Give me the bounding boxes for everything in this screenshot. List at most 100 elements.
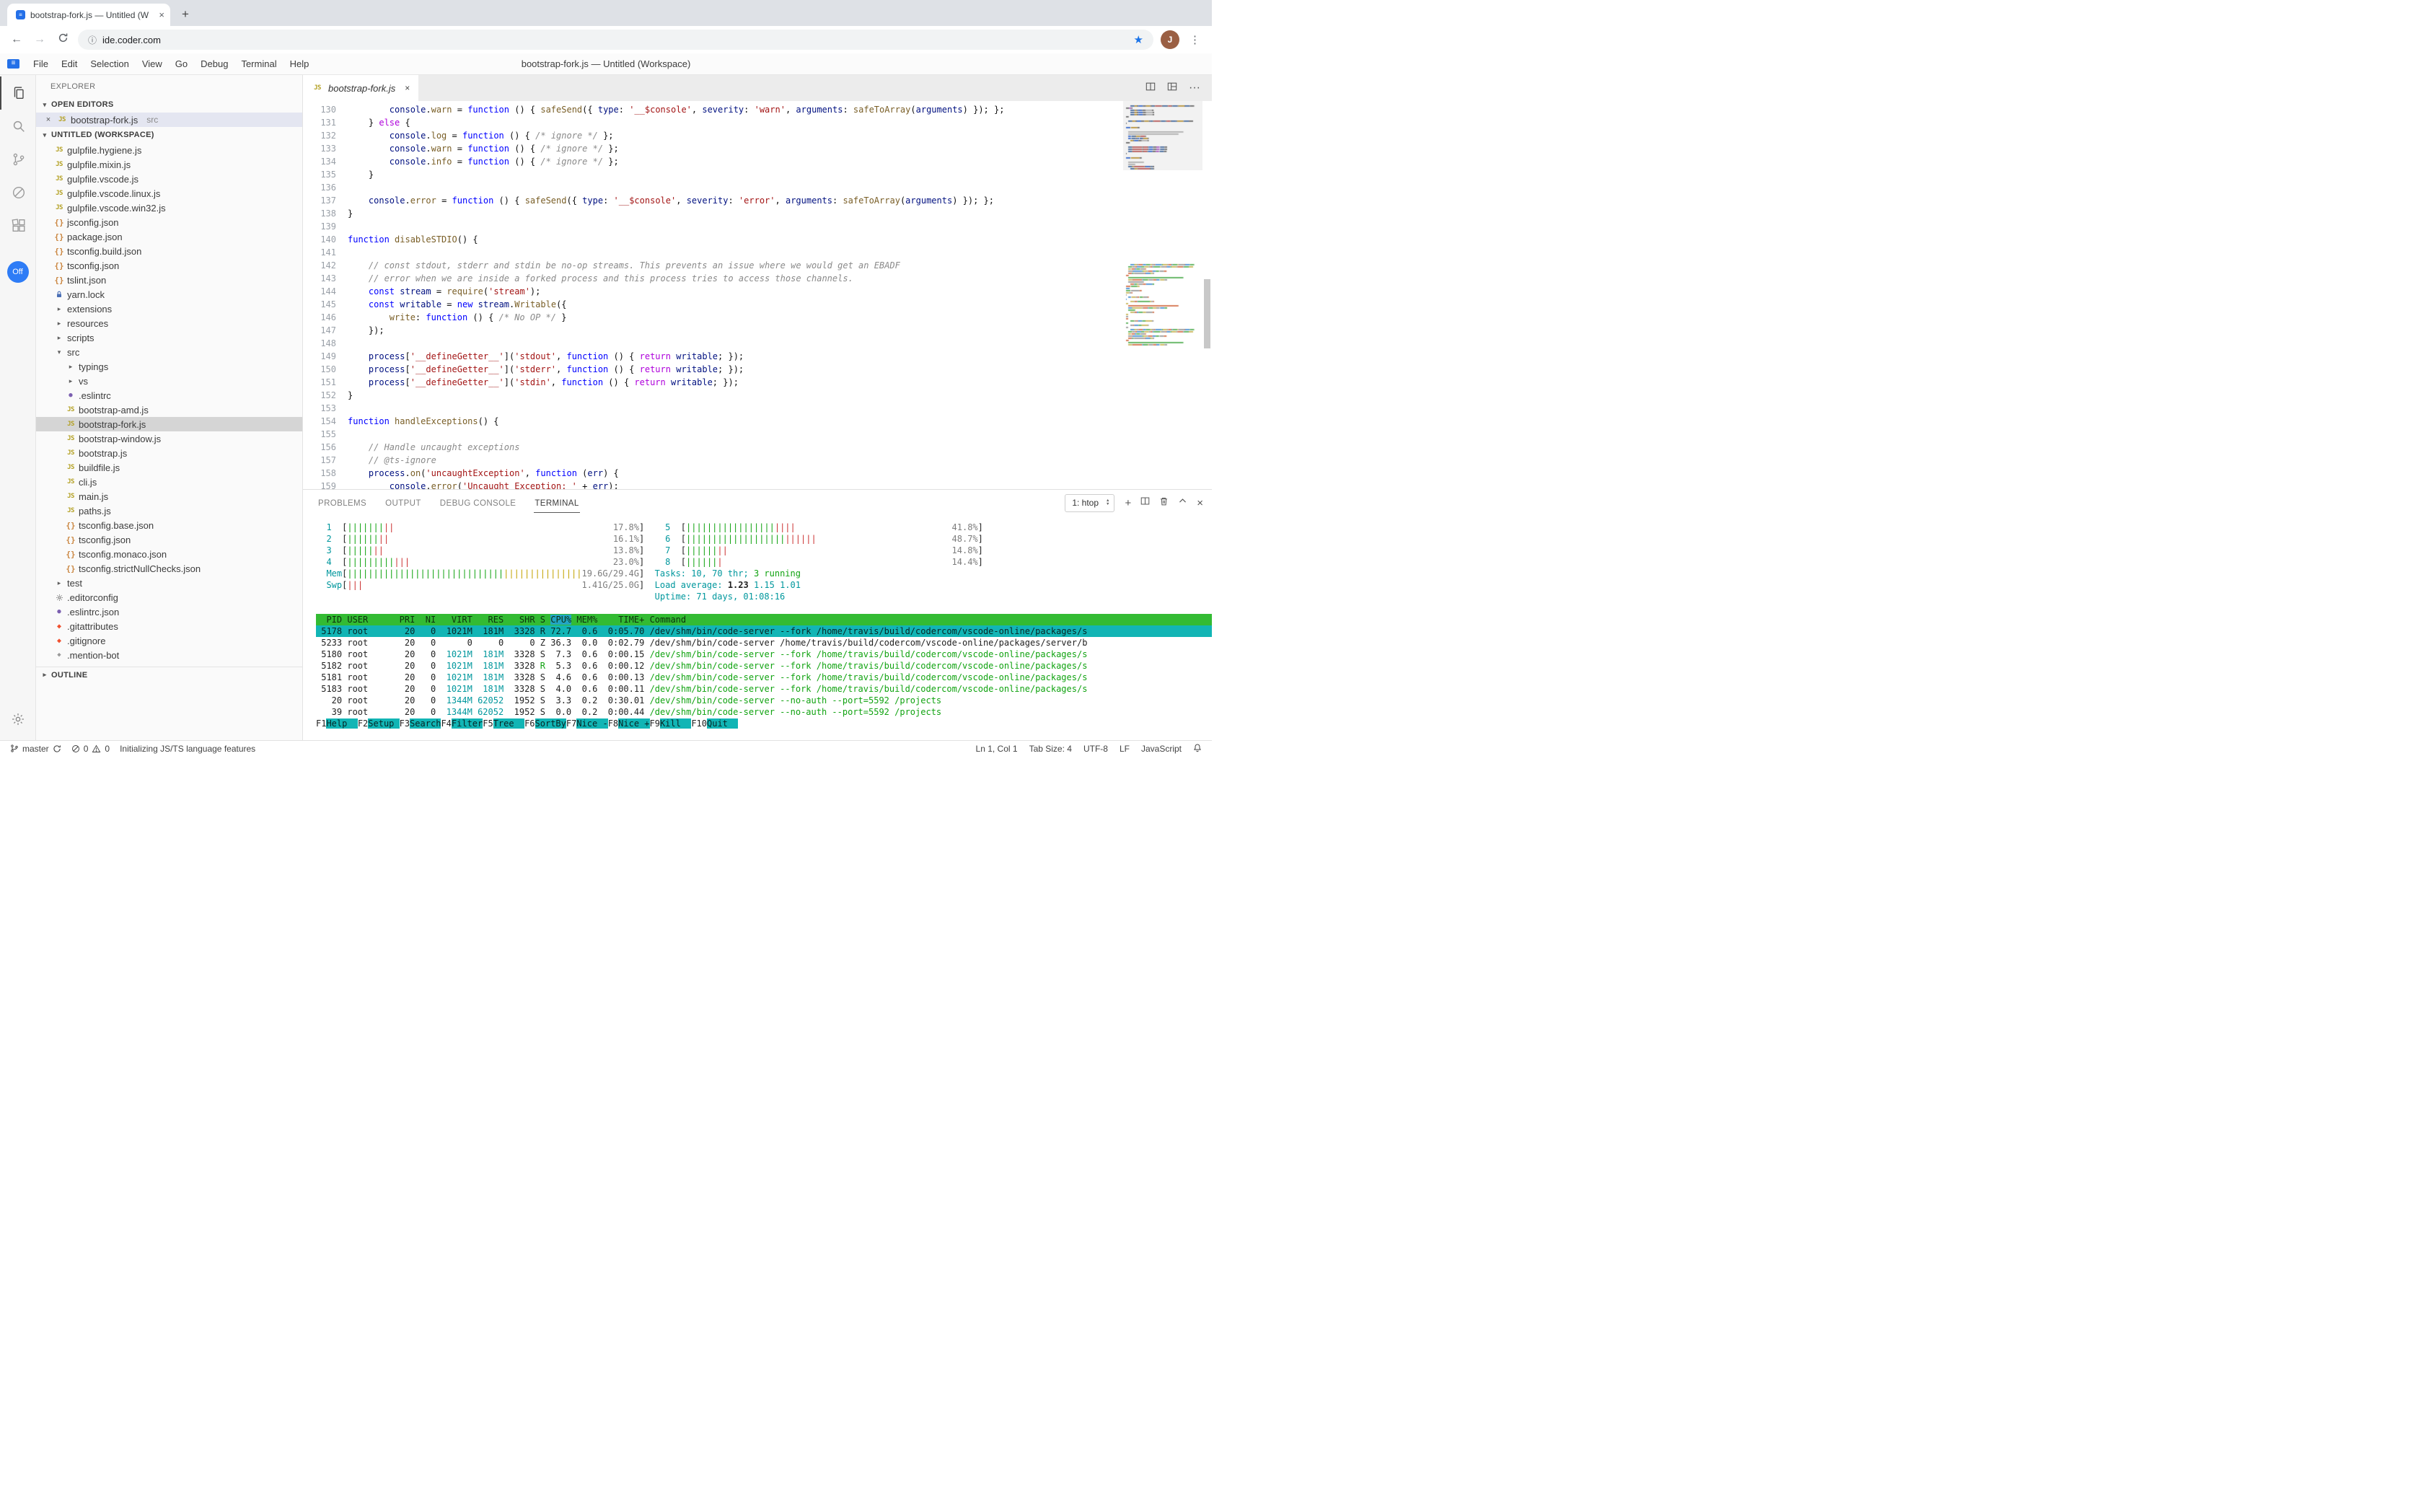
menu-go[interactable]: Go [169,56,194,71]
tree-item-tsconfig.json[interactable]: {}tsconfig.json [36,258,302,273]
tree-item-.eslintrc[interactable]: ●.eslintrc [36,388,302,403]
close-editor-icon[interactable]: × [43,115,53,124]
outline-header[interactable]: ▸ OUTLINE [36,667,302,682]
new-terminal-icon[interactable]: + [1125,497,1131,509]
fkey-F2[interactable]: F2Setup [358,718,400,729]
tree-item-.eslintrc.json[interactable]: ●.eslintrc.json [36,605,302,619]
menu-view[interactable]: View [136,56,169,71]
tree-item-.editorconfig[interactable]: .editorconfig [36,590,302,605]
tree-item-bootstrap-window.js[interactable]: JSbootstrap-window.js [36,431,302,446]
tree-item-tslint.json[interactable]: {}tslint.json [36,273,302,287]
tree-item-tsconfig.build.json[interactable]: {}tsconfig.build.json [36,244,302,258]
menu-file[interactable]: File [27,56,55,71]
settings-gear-icon[interactable] [11,712,25,730]
panel-tab-debug-console[interactable]: DEBUG CONSOLE [439,493,517,513]
tree-item-gulpfile.hygiene.js[interactable]: JSgulpfile.hygiene.js [36,143,302,157]
explorer-icon[interactable] [0,76,36,110]
tree-item-gulpfile.vscode.js[interactable]: JSgulpfile.vscode.js [36,172,302,186]
close-tab-icon[interactable]: × [405,83,410,93]
split-terminal-icon[interactable] [1140,496,1150,509]
coder-logo-icon[interactable]: ≡ [7,59,19,69]
editor-scrollbar[interactable] [1202,101,1212,489]
terminal-content[interactable]: 1 [||||||||| 17.8%] 5 [|||||||||||||||||… [303,516,1212,740]
tree-item-cli.js[interactable]: JScli.js [36,475,302,489]
tab-close-icon[interactable]: × [159,9,164,20]
more-actions-icon[interactable]: ··· [1189,82,1200,94]
tree-item-resources[interactable]: ▸resources [36,316,302,330]
fkey-F10[interactable]: F10Quit [691,718,738,729]
tree-item-.gitignore[interactable]: ◆.gitignore [36,633,302,648]
fkey-F9[interactable]: F9Kill [650,718,692,729]
panel-tab-problems[interactable]: PROBLEMS [317,493,367,513]
code-editor[interactable]: console.warn = function () { safeSend({ … [336,101,1123,489]
editor-tab[interactable]: JS bootstrap-fork.js × [303,75,418,101]
off-toggle[interactable]: Off [7,261,29,283]
tree-item-vs[interactable]: ▸vs [36,374,302,388]
tree-item-package.json[interactable]: {}package.json [36,229,302,244]
kill-terminal-icon[interactable] [1159,496,1169,510]
fkey-F4[interactable]: F4Filter [441,718,483,729]
tree-item-tsconfig.monaco.json[interactable]: {}tsconfig.monaco.json [36,547,302,561]
extensions-icon[interactable] [0,209,36,242]
tree-item-bootstrap-fork.js[interactable]: JSbootstrap-fork.js [36,417,302,431]
scrollbar-thumb[interactable] [1204,279,1210,348]
tree-item-test[interactable]: ▸test [36,576,302,590]
fkey-F3[interactable]: F3Search [400,718,441,729]
menu-help[interactable]: Help [283,56,316,71]
menu-selection[interactable]: Selection [84,56,135,71]
menu-edit[interactable]: Edit [55,56,84,71]
panel-tab-terminal[interactable]: TERMINAL [534,493,579,513]
tree-item-.mention-bot[interactable]: ◆.mention-bot [36,648,302,662]
tree-item-paths.js[interactable]: JSpaths.js [36,504,302,518]
encoding[interactable]: UTF-8 [1083,744,1108,754]
source-control-icon[interactable] [0,143,36,176]
fkey-F6[interactable]: F6SortBy [524,718,566,729]
tree-item-tsconfig.base.json[interactable]: {}tsconfig.base.json [36,518,302,532]
menu-terminal[interactable]: Terminal [234,56,283,71]
cursor-position[interactable]: Ln 1, Col 1 [976,744,1018,754]
tree-item-gulpfile.vscode.win32.js[interactable]: JSgulpfile.vscode.win32.js [36,201,302,215]
problems-indicator[interactable]: 0 0 [71,744,110,754]
close-panel-icon[interactable]: × [1197,497,1203,509]
browser-menu-icon[interactable]: ⋮ [1187,33,1203,46]
new-tab-button[interactable]: + [176,5,195,24]
tree-item-yarn.lock[interactable]: yarn.lock [36,287,302,302]
tree-item-bootstrap.js[interactable]: JSbootstrap.js [36,446,302,460]
tree-item-scripts[interactable]: ▸scripts [36,330,302,345]
fkey-F5[interactable]: F5Tree [483,718,524,729]
fkey-F1[interactable]: F1Help [316,718,358,729]
tree-item-gulpfile.mixin.js[interactable]: JSgulpfile.mixin.js [36,157,302,172]
browser-tab[interactable]: ≡ bootstrap-fork.js — Untitled (W × [7,4,170,26]
reload-icon[interactable] [55,32,71,47]
panel-tab-output[interactable]: OUTPUT [384,493,422,513]
tree-item-bootstrap-amd.js[interactable]: JSbootstrap-amd.js [36,403,302,417]
open-editor-item[interactable]: × JS bootstrap-fork.js src [36,113,302,127]
language-mode[interactable]: JavaScript [1141,744,1182,754]
tree-item-tsconfig.json[interactable]: {}tsconfig.json [36,532,302,547]
tree-item-tsconfig.strictNullChecks.json[interactable]: {}tsconfig.strictNullChecks.json [36,561,302,576]
back-icon[interactable]: ← [9,33,25,46]
open-editors-header[interactable]: ▾ OPEN EDITORS [36,97,302,113]
minimap-slider[interactable] [1123,101,1202,170]
tree-item-gulpfile.vscode.linux.js[interactable]: JSgulpfile.vscode.linux.js [36,186,302,201]
site-info-icon[interactable]: ⓘ [88,34,97,46]
tree-item-extensions[interactable]: ▸extensions [36,302,302,316]
tree-item-typings[interactable]: ▸typings [36,359,302,374]
browser-avatar[interactable]: J [1161,30,1179,49]
fkey-F8[interactable]: F8Nice + [608,718,650,729]
indentation[interactable]: Tab Size: 4 [1029,744,1072,754]
minimap[interactable] [1123,101,1202,489]
bookmark-star-icon[interactable]: ★ [1134,33,1143,46]
debug-icon[interactable] [0,176,36,209]
tree-item-jsconfig.json[interactable]: {}jsconfig.json [36,215,302,229]
fkey-F7[interactable]: F7Nice - [566,718,608,729]
branch-indicator[interactable]: master [10,744,61,754]
forward-icon[interactable]: → [32,33,48,46]
notifications-bell-icon[interactable] [1193,743,1202,755]
split-editor-icon[interactable] [1145,82,1156,95]
menu-debug[interactable]: Debug [194,56,234,71]
editor-layout-icon[interactable] [1167,82,1177,95]
maximize-panel-icon[interactable] [1178,496,1187,509]
terminal-picker[interactable]: 1: htop ▲▼ [1065,494,1114,512]
tree-item-src[interactable]: ▾src [36,345,302,359]
